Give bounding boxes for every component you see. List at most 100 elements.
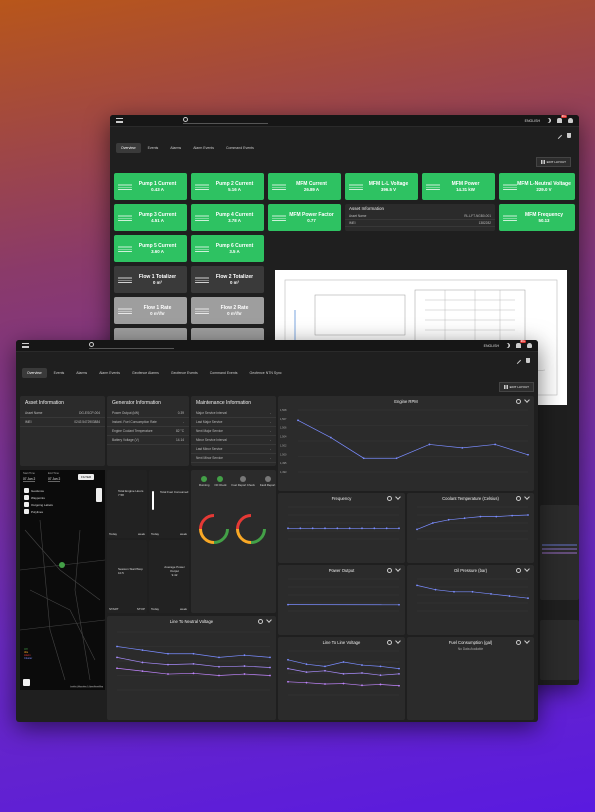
data-point[interactable] [116, 645, 118, 648]
tile-mfm-current[interactable]: MFM Current 26.89 A [268, 173, 341, 200]
tile-flow-2-totalizer[interactable]: Flow 2 Totalizer 0 m³ [191, 266, 264, 293]
data-point[interactable] [311, 527, 314, 530]
data-point[interactable] [479, 515, 482, 518]
data-point[interactable] [269, 674, 271, 677]
start-time-input[interactable]: 07 Jun 2 [23, 477, 36, 482]
data-point[interactable] [116, 656, 118, 659]
data-point[interactable] [398, 527, 400, 530]
data-point[interactable] [287, 527, 289, 530]
data-point[interactable] [379, 674, 382, 677]
data-point[interactable] [324, 527, 326, 530]
layers-icon[interactable] [23, 679, 30, 686]
share-icon[interactable] [516, 640, 521, 645]
data-point[interactable] [243, 654, 246, 657]
data-point[interactable] [192, 663, 195, 665]
tile-pump-1-current[interactable]: Pump 1 Current 0.43 A [114, 173, 187, 200]
tab-events[interactable]: Events [49, 368, 70, 378]
data-point[interactable] [362, 457, 365, 460]
data-point[interactable] [329, 436, 332, 439]
data-point[interactable] [116, 667, 118, 670]
tab-events[interactable]: Events [143, 143, 164, 153]
data-point[interactable] [527, 597, 529, 600]
delete-icon[interactable] [526, 358, 530, 363]
tile-flow-1-rate[interactable]: Flow 1 Rate 0 m³/hr [114, 297, 187, 324]
notification-bell-icon[interactable]: 99+ [516, 340, 526, 348]
checkbox[interactable] [24, 495, 29, 500]
chevron-down-icon[interactable] [524, 494, 530, 500]
data-point[interactable] [471, 590, 474, 593]
share-icon[interactable] [387, 568, 392, 573]
data-point[interactable] [342, 661, 345, 663]
data-point[interactable] [495, 515, 498, 518]
zoom-control[interactable] [96, 488, 102, 502]
data-point[interactable] [461, 446, 464, 449]
today-tab[interactable]: Today [151, 607, 159, 611]
delete-icon[interactable] [567, 133, 571, 138]
tab-command-events[interactable]: Command Events [205, 368, 243, 378]
data-point[interactable] [361, 664, 363, 666]
edit-icon[interactable] [554, 131, 563, 140]
data-point[interactable] [361, 527, 363, 530]
chevron-down-icon[interactable] [395, 638, 401, 644]
theme-toggle-icon[interactable] [546, 118, 551, 123]
data-point[interactable] [141, 661, 144, 664]
tile-flow-1-totalizer[interactable]: Flow 1 Totalizer 0 m³ [114, 266, 187, 293]
data-point[interactable] [395, 457, 398, 460]
data-point[interactable] [342, 682, 345, 685]
data-point[interactable] [511, 514, 514, 517]
week-tab[interactable]: week [180, 532, 187, 536]
session-start-stop-tile[interactable]: Session Start/Stop 10.5 START STOP [107, 540, 147, 613]
data-point[interactable] [167, 663, 169, 666]
data-point[interactable] [494, 443, 497, 446]
data-point[interactable] [269, 656, 271, 659]
start-button[interactable]: START [109, 607, 119, 611]
filter-button[interactable]: FILTER [78, 474, 95, 480]
tile-mfm-frequency[interactable]: MFM Frequency 50.13 [499, 204, 575, 231]
tab-overview[interactable]: Overview [22, 368, 47, 378]
data-point[interactable] [141, 670, 144, 673]
data-point[interactable] [305, 663, 308, 666]
end-time-input[interactable]: 07 Jun 2 [48, 477, 61, 482]
chevron-down-icon[interactable] [266, 617, 272, 623]
data-point[interactable] [324, 665, 326, 668]
edit-layout-button[interactable]: EDIT LAYOUT [498, 382, 534, 392]
data-point[interactable] [243, 665, 246, 667]
user-icon[interactable] [568, 118, 573, 123]
data-point[interactable] [342, 672, 345, 675]
tab-overview[interactable]: Overview [116, 143, 141, 153]
data-point[interactable] [508, 595, 511, 597]
chevron-down-icon[interactable] [395, 494, 401, 500]
share-icon[interactable] [387, 640, 392, 645]
today-tab[interactable]: Today [109, 532, 117, 536]
data-point[interactable] [287, 680, 289, 683]
data-point[interactable] [463, 517, 466, 520]
share-icon[interactable] [516, 399, 521, 404]
edit-layout-button[interactable]: EDIT LAYOUT [535, 157, 571, 167]
data-point[interactable] [218, 665, 220, 668]
data-point[interactable] [385, 527, 388, 530]
data-point[interactable] [361, 672, 363, 674]
data-point[interactable] [398, 672, 400, 675]
data-point[interactable] [527, 453, 529, 456]
checkbox[interactable] [24, 488, 29, 493]
share-icon[interactable] [516, 496, 521, 501]
data-point[interactable] [431, 522, 434, 524]
data-point[interactable] [167, 652, 169, 655]
data-point[interactable] [192, 652, 195, 655]
data-point[interactable] [453, 590, 455, 593]
data-point[interactable] [299, 527, 302, 530]
tile-pump-4-current[interactable]: Pump 4 Current 3.78 A [191, 204, 264, 231]
tab-alarm-events[interactable]: Alarm Events [188, 143, 219, 153]
menu-icon[interactable] [116, 118, 123, 123]
language-select[interactable]: ENGLISH [525, 119, 540, 123]
asset-marker[interactable] [59, 562, 65, 568]
data-point[interactable] [527, 514, 529, 516]
tile-mfm-power-factor[interactable]: MFM Power Factor 0.77 [268, 204, 341, 231]
data-point[interactable] [324, 683, 326, 685]
data-point[interactable] [141, 649, 144, 652]
data-point[interactable] [416, 528, 418, 531]
today-tab[interactable]: Today [151, 532, 159, 536]
share-icon[interactable] [516, 568, 521, 573]
data-point[interactable] [428, 443, 431, 446]
week-tab[interactable]: week [138, 532, 145, 536]
